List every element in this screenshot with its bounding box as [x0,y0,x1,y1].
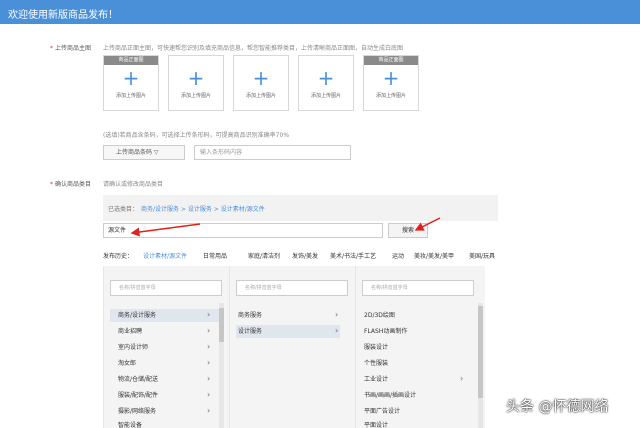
front-image-tag: 商品正面图 [104,56,158,65]
col3-item[interactable]: 平面广告设计 [362,405,400,418]
history-item[interactable]: 发饰/美发 [292,251,318,260]
category-search-button[interactable]: 搜索 [388,223,428,238]
plus-icon: + [382,66,400,90]
col2-item[interactable]: 设计服务 [236,325,340,338]
chevron-right-icon: › [335,326,339,335]
upload-slot-1[interactable]: 商品正面图 + 添加上传图片 [103,55,159,111]
category-hint: 请确认或修改商品类目 [103,181,164,188]
col1-item[interactable]: 室内设计师 [110,341,148,354]
col1-item[interactable]: 商务/设计服务 [110,309,220,322]
col3-item[interactable]: FLASH动画制作 [362,325,407,338]
plus-icon: + [317,66,335,90]
col3-scrollbar-thumb[interactable] [478,306,483,398]
col3-item[interactable]: 2D/3D绘图 [362,309,395,322]
chevron-right-icon: › [207,342,211,351]
col1-item[interactable]: 智能设备 [110,419,142,428]
history-item[interactable]: 美国/玩具 [469,251,495,260]
history-item[interactable]: 美妆/美发/美甲 [414,251,454,260]
upload-label: 添加上传图片 [375,93,406,99]
chosen-category-panel: 已选类目： 商务/设计服务 > 设计服务 > 设计素材/源文件 [103,195,498,221]
col2-search-input[interactable]: 名称/拼音首字母 [236,280,348,296]
col3-item[interactable]: 书画/画画/插画设计 [362,389,416,402]
col3-item[interactable]: 个性服装 [362,357,388,370]
history-item[interactable]: 运动 [392,251,404,260]
chevron-right-icon: › [207,374,211,383]
upload-label: 添加上传图片 [180,93,211,99]
plus-icon: + [187,66,205,90]
chosen-category-label: 已选类目： [108,206,139,213]
welcome-banner: 欢迎使用新版商品发布！ [0,0,640,24]
col3-item[interactable]: 服装设计 [362,341,388,354]
upload-slot-3[interactable]: + 添加上传图片 [233,55,289,111]
col1-item[interactable]: 摄影/网络服务 [110,405,156,418]
col2-item[interactable]: 商务服务 [236,309,262,322]
history-label: 发布历史： [103,253,134,260]
col3-item[interactable]: 平面设计 [362,419,388,428]
col1-search-input[interactable]: 名称/拼音首字母 [110,280,222,296]
chevron-right-icon: › [207,406,211,415]
col1-item[interactable]: 淘女郎 [110,357,136,370]
chevron-right-icon: › [207,326,211,335]
history-item[interactable]: 美术/书法/手工艺 [330,251,376,260]
barcode-select-button[interactable]: 上传商品条码 ▽ [103,145,185,160]
upload-slot-5[interactable]: 商品正面图 + 添加上传图片 [363,55,419,111]
banner-title: 欢迎使用新版商品发布！ [8,10,118,21]
upload-slot-4[interactable]: + 添加上传图片 [298,55,354,111]
history-item[interactable]: 家庭/清洁剂 [248,251,280,260]
col1-item[interactable]: 物流/仓储/配送 [110,373,158,386]
col1-scrollbar-thumb[interactable] [219,308,224,342]
col3-search-input[interactable]: 名称/拼音首字母 [362,280,474,296]
col3-item[interactable]: 工业设计 [362,373,388,386]
chosen-category-path[interactable]: 商务/设计服务 > 设计服务 > 设计素材/源文件 [141,204,265,213]
upload-label: 添加上传图片 [310,93,341,99]
upload-label: 添加上传图片 [245,93,276,99]
history-item[interactable]: 设计素材/源文件 [143,251,187,260]
main-image-label: * 上传商品主图 [50,45,92,52]
chevron-right-icon: › [207,390,211,399]
watermark: 头条 @怀德网络 [506,399,609,415]
col1-item[interactable]: 商业招聘 [110,325,142,338]
chevron-right-icon: › [335,310,339,319]
chevron-right-icon: › [460,374,464,383]
category-label: * 确认商品类目 [50,181,92,188]
upload-slot-2[interactable]: + 添加上传图片 [168,55,224,111]
upload-label: 添加上传图片 [115,93,146,99]
chevron-right-icon: › [207,358,211,367]
history-item[interactable]: 日常用品 [203,251,227,260]
plus-icon: + [252,66,270,90]
front-image-tag: 商品正面图 [364,56,418,65]
barcode-input[interactable]: 输入条形码内容 [194,145,351,160]
barcode-hint: (选填)若商品含条码，可选择上传条形码，可提高商品识别准确率70% [103,132,290,139]
chevron-right-icon: › [207,310,211,319]
category-search-input[interactable]: 源文件 [103,223,383,238]
main-image-hint: 上传商品正面主图，可快速帮您识别及填充商品信息，帮您智能推荐类目，上传清晰商品正… [103,45,404,52]
col1-item[interactable]: 服装/配饰/配件 [110,389,158,402]
plus-icon: + [122,66,140,90]
